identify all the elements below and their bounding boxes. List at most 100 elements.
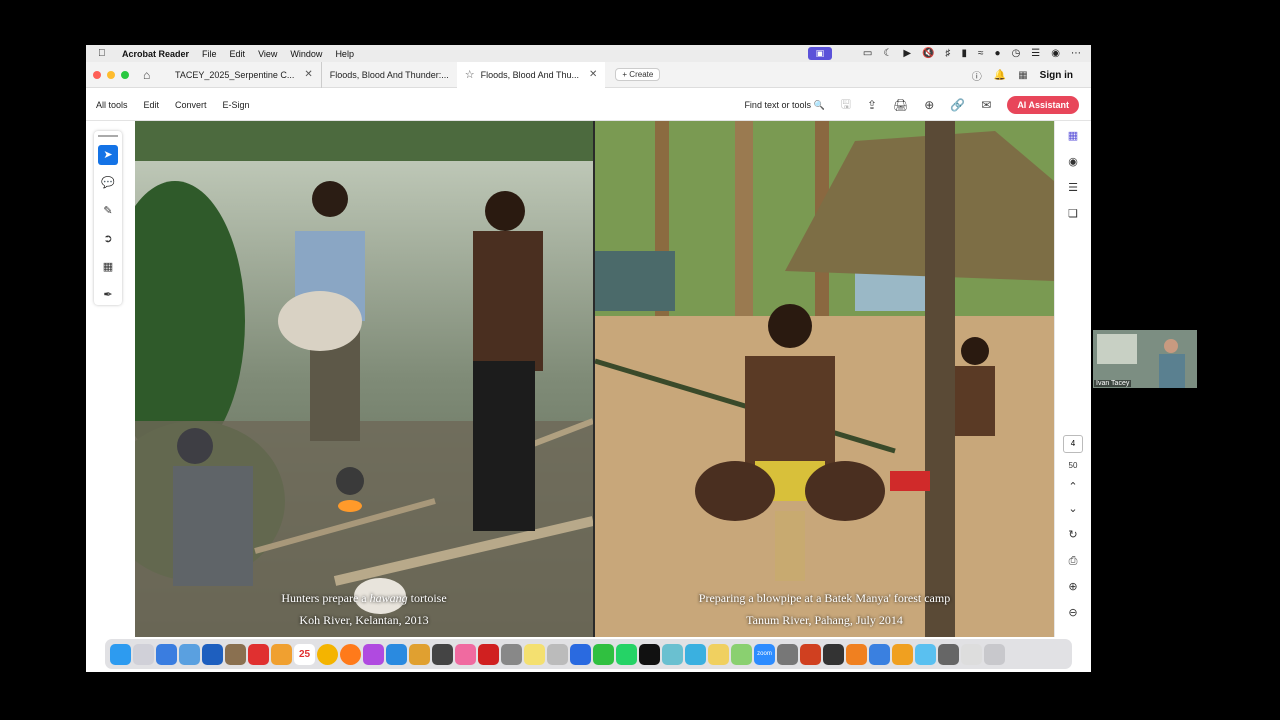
- pages-app-icon[interactable]: [409, 643, 430, 665]
- powerpoint-icon[interactable]: [800, 643, 821, 665]
- esign-button[interactable]: E-Sign: [223, 100, 250, 110]
- all-tools-button[interactable]: All tools: [96, 100, 128, 110]
- app-name[interactable]: Acrobat Reader: [122, 49, 189, 59]
- launchpad-icon[interactable]: [133, 643, 154, 665]
- recent-doc-icon[interactable]: [961, 643, 982, 665]
- upload-icon[interactable]: ⇪: [867, 98, 877, 112]
- highlight-pen-icon[interactable]: ✎: [98, 201, 118, 221]
- clock-icon[interactable]: ◷: [1012, 48, 1021, 59]
- app-store-icon[interactable]: [386, 643, 407, 665]
- downloads-folder-icon[interactable]: [915, 643, 936, 665]
- edit-button[interactable]: Edit: [144, 100, 160, 110]
- mail-icon[interactable]: [869, 643, 890, 665]
- zoom-in-icon[interactable]: ⊕: [1055, 574, 1091, 600]
- mute-icon[interactable]: 🔇: [922, 48, 934, 59]
- sign-in-button[interactable]: Sign in: [1040, 70, 1073, 81]
- screenshot-icon[interactable]: [547, 643, 568, 665]
- close-window-button[interactable]: [93, 70, 101, 79]
- mail-icon[interactable]: ✉: [981, 98, 991, 112]
- preview-icon[interactable]: [179, 643, 200, 665]
- tab-tacey-serpentine[interactable]: TACEY_2025_Serpentine C... ✕: [167, 61, 322, 88]
- spotlight-icon[interactable]: [685, 643, 706, 665]
- dropbox-icon[interactable]: [570, 643, 591, 665]
- vpn-icon[interactable]: [662, 643, 683, 665]
- ai-assistant-button[interactable]: AI Assistant: [1007, 96, 1079, 114]
- settings-icon[interactable]: [777, 643, 798, 665]
- apple-icon[interactable]: : [98, 48, 112, 59]
- photos-icon[interactable]: [271, 643, 292, 665]
- save-icon[interactable]: 🖫: [841, 95, 851, 116]
- chrome-icon[interactable]: [317, 643, 338, 665]
- more-icon[interactable]: ⋯: [1071, 48, 1081, 59]
- signature-icon[interactable]: ✒: [98, 285, 118, 305]
- messages-icon[interactable]: [593, 643, 614, 665]
- tab-floods-1[interactable]: Floods, Blood And Thunder:...: [322, 62, 457, 88]
- calculator-icon[interactable]: [432, 643, 453, 665]
- help-icon[interactable]: ⓘ: [972, 68, 982, 83]
- zoom-share-icon[interactable]: ▣: [807, 47, 832, 60]
- find-tools-button[interactable]: Find text or tools 🔍: [744, 100, 824, 111]
- page-down-icon[interactable]: ⌄: [1055, 496, 1091, 522]
- pencil-icon[interactable]: [892, 643, 913, 665]
- word-icon[interactable]: [202, 643, 223, 665]
- comments-icon[interactable]: ◉: [1055, 149, 1091, 175]
- convert-button[interactable]: Convert: [175, 100, 207, 110]
- participant-video-tile[interactable]: Ivan Tacey: [1093, 330, 1197, 388]
- add-comment-icon[interactable]: 💬: [98, 173, 118, 193]
- zoom-out-icon[interactable]: ⊖: [1055, 600, 1091, 626]
- create-tab-button[interactable]: + Create: [615, 68, 661, 81]
- menu-help[interactable]: Help: [335, 49, 354, 59]
- trash-icon[interactable]: [984, 643, 1005, 665]
- menu-view[interactable]: View: [258, 49, 277, 59]
- page-number-input[interactable]: 4: [1063, 435, 1083, 453]
- mail-app-icon[interactable]: [248, 643, 269, 665]
- display-folder-icon[interactable]: [938, 643, 959, 665]
- finder-icon[interactable]: [110, 643, 131, 665]
- home-icon[interactable]: ⌂: [143, 68, 157, 82]
- link-icon[interactable]: 🔗: [950, 98, 965, 112]
- menu-file[interactable]: File: [202, 49, 217, 59]
- bin-icon[interactable]: [731, 643, 752, 665]
- notes-icon[interactable]: [524, 643, 545, 665]
- display-icon[interactable]: ▭: [863, 48, 872, 59]
- bookmark-icon[interactable]: ☰: [1055, 175, 1091, 201]
- select-cursor-icon[interactable]: ➤: [98, 145, 118, 165]
- obsidian-icon[interactable]: [823, 643, 844, 665]
- drag-handle[interactable]: [98, 135, 118, 137]
- user-icon[interactable]: ●: [995, 48, 1001, 59]
- ai-panel-icon[interactable]: ▦: [1055, 123, 1091, 149]
- moon-icon[interactable]: ☾: [883, 48, 892, 59]
- play-icon[interactable]: ▶: [903, 48, 911, 59]
- tab-floods-2[interactable]: ☆ Floods, Blood And Thu... ✕: [456, 61, 606, 88]
- battery-icon[interactable]: ▮: [962, 48, 968, 59]
- notes-brown-icon[interactable]: [225, 643, 246, 665]
- calendar-icon[interactable]: 25: [294, 643, 315, 665]
- print-icon[interactable]: 🖨: [893, 98, 908, 112]
- books-icon[interactable]: [846, 643, 867, 665]
- menu-edit[interactable]: Edit: [230, 49, 246, 59]
- music-icon[interactable]: [455, 643, 476, 665]
- firefox-icon[interactable]: [340, 643, 361, 665]
- pages-icon[interactable]: ❏: [1055, 201, 1091, 227]
- podcasts-icon[interactable]: [363, 643, 384, 665]
- text-box-icon[interactable]: ▦: [98, 257, 118, 277]
- close-tab-icon[interactable]: ✕: [589, 69, 597, 80]
- minimize-window-button[interactable]: [107, 70, 115, 79]
- safari-icon[interactable]: [156, 643, 177, 665]
- bluetooth-icon[interactable]: ♯: [946, 48, 951, 59]
- menu-window[interactable]: Window: [290, 49, 322, 59]
- maximize-window-button[interactable]: [121, 70, 129, 79]
- control-center-icon[interactable]: ☰: [1031, 48, 1040, 59]
- whatsapp-icon[interactable]: [616, 643, 637, 665]
- textedit-icon[interactable]: [708, 643, 729, 665]
- notifications-icon[interactable]: 🔔: [994, 70, 1006, 81]
- close-tab-icon[interactable]: ✕: [304, 69, 312, 80]
- apple-tv-icon[interactable]: [639, 643, 660, 665]
- acrobat-icon[interactable]: [478, 643, 499, 665]
- wifi-icon[interactable]: ≈: [978, 48, 984, 59]
- star-icon[interactable]: ☆: [465, 68, 475, 81]
- system-prefs-icon[interactable]: [501, 643, 522, 665]
- apps-grid-icon[interactable]: ▦: [1018, 70, 1027, 81]
- ai-search-icon[interactable]: ⊕: [924, 98, 934, 112]
- zoom-icon[interactable]: zoom: [754, 643, 775, 665]
